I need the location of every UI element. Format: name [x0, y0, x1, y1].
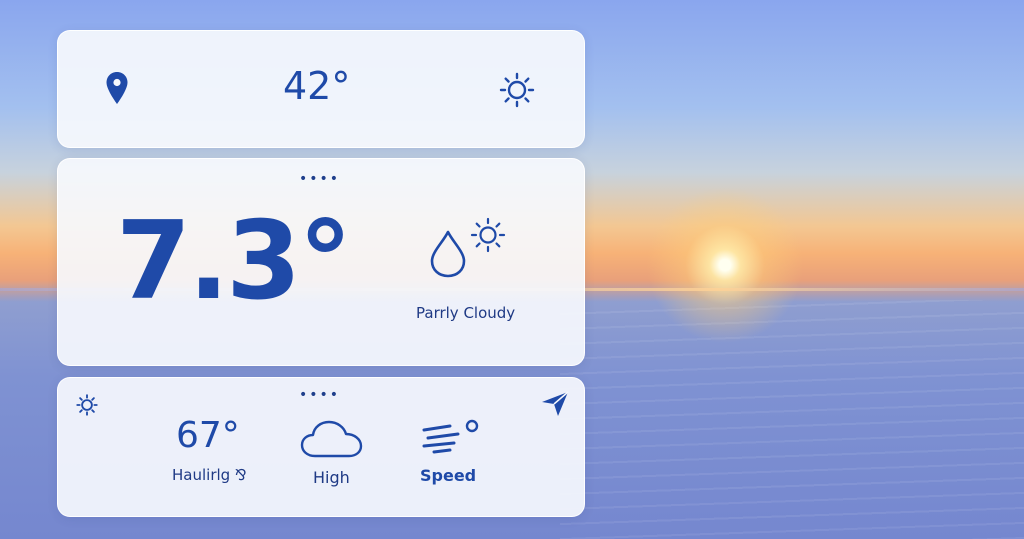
- page-indicator[interactable]: ••••: [299, 388, 340, 402]
- wind-icon: [420, 416, 484, 460]
- speed-label: Speed: [420, 466, 477, 485]
- top-temperature: 42°: [283, 64, 351, 108]
- cloud-icon: [299, 418, 365, 464]
- page-indicator[interactable]: ••••: [299, 172, 340, 186]
- sun-icon: [470, 217, 506, 257]
- raindrop-icon: [428, 229, 468, 283]
- current-conditions-card: •••• 7.3° Parrly Cloudy: [57, 158, 585, 366]
- details-card: •••• 67° Haulirlg ⅋ High Speed: [57, 377, 585, 517]
- navigation-arrow-icon[interactable]: [540, 390, 570, 422]
- condition-label: Parrly Cloudy: [416, 304, 516, 322]
- sea-ripples: [560, 300, 1024, 539]
- humidity-value: 67°: [176, 415, 240, 456]
- sun-gear-icon[interactable]: [76, 394, 98, 420]
- high-label: High: [313, 468, 350, 487]
- map-pin-icon[interactable]: [105, 71, 129, 109]
- location-bar: 42°: [57, 30, 585, 148]
- current-temperature: 7.3°: [116, 199, 352, 324]
- humidity-label: Haulirlg ⅋: [172, 466, 247, 484]
- sun-gear-icon[interactable]: [499, 72, 535, 112]
